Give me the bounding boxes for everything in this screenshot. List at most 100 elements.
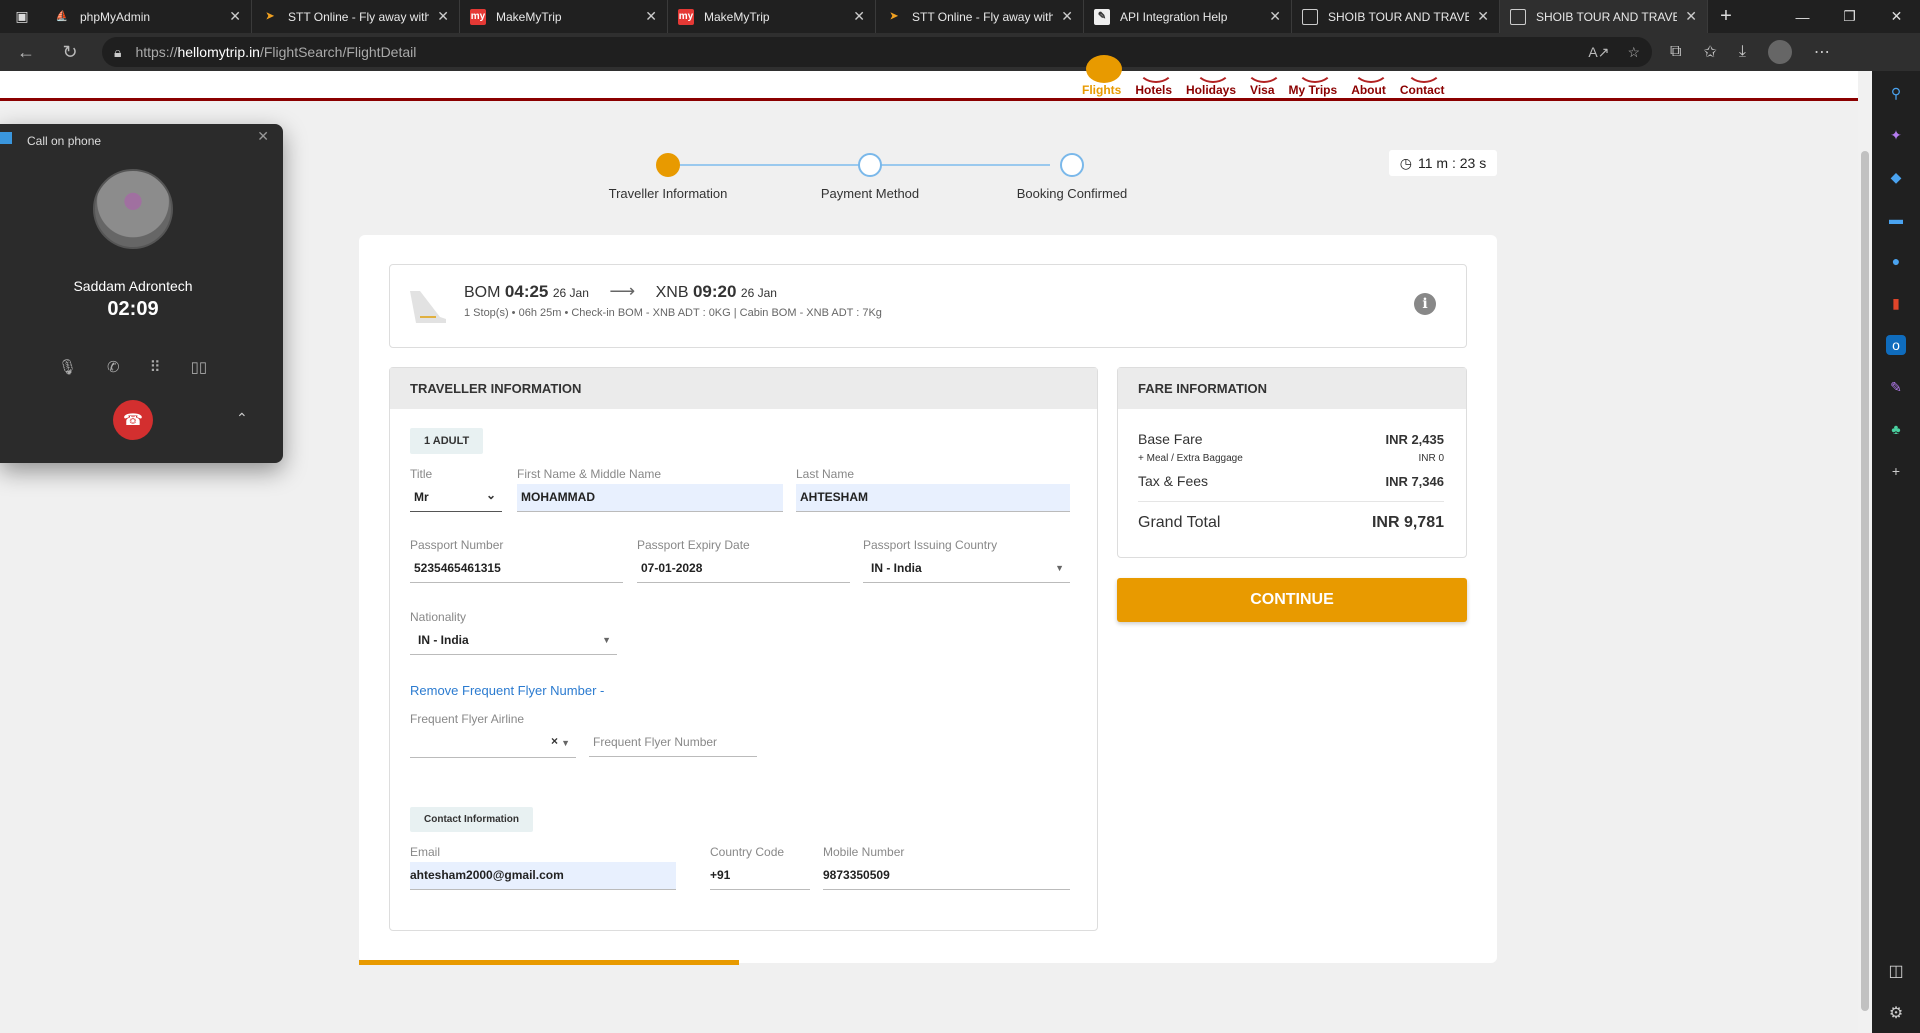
first-name-label: First Name & Middle Name <box>517 467 662 481</box>
more-menu-icon[interactable]: ⋯ <box>1814 42 1830 62</box>
departure-time: 04:25 <box>504 282 549 301</box>
designer-icon[interactable]: ✎ <box>1886 377 1906 397</box>
info-icon[interactable]: i <box>1414 293 1436 315</box>
base-fare-label: Base Fare <box>1138 431 1203 447</box>
passport-country-label: Passport Issuing Country <box>863 538 998 552</box>
close-tab-icon[interactable]: ✕ <box>1477 8 1489 25</box>
keypad-icon[interactable]: ⠿ <box>150 358 161 376</box>
lock-icon[interactable]: 🔒︎ <box>114 44 121 61</box>
call-header: Call on phone <box>27 134 102 148</box>
new-tab-button[interactable]: + <box>1708 0 1744 33</box>
step-label-payment: Payment Method <box>820 186 920 201</box>
close-tab-icon[interactable]: ✕ <box>645 8 657 25</box>
passport-expiry-field[interactable]: Passport Expiry Date 07-01-2028 <box>637 538 850 583</box>
transfer-call-icon[interactable]: ✆ <box>107 358 120 376</box>
nav-item-about[interactable]: About <box>1351 71 1389 97</box>
frequent-flyer-airline-select[interactable]: Frequent Flyer Airline × ▼ <box>410 712 576 758</box>
people-icon[interactable]: ● <box>1886 251 1906 271</box>
step-dot-confirmed <box>1060 153 1084 177</box>
page-scrollbar[interactable] <box>1858 71 1872 1033</box>
downloads-icon[interactable]: ⤓ <box>1739 43 1746 61</box>
makemytrip-icon: my <box>678 8 694 25</box>
title-select[interactable]: Title Mr ⌄ <box>410 467 502 512</box>
close-icon[interactable]: ✕ <box>257 128 269 145</box>
nationality-label: Nationality <box>410 610 467 624</box>
add-favorite-icon[interactable]: ☆ <box>1627 44 1640 61</box>
restore-icon[interactable]: ❐ <box>1826 0 1873 33</box>
close-tab-icon[interactable]: ✕ <box>1269 8 1281 25</box>
nav-item-contact[interactable]: Contact <box>1400 71 1445 97</box>
browser-tab[interactable]: my MakeMyTrip ✕ <box>668 0 876 33</box>
destination-code: XNB <box>655 284 689 301</box>
session-timer: ◷ 11 m : 23 s <box>1389 150 1497 176</box>
browser-tab[interactable]: ⛵ phpMyAdmin ✕ <box>44 0 252 33</box>
minimize-icon[interactable]: — <box>1779 0 1826 33</box>
extensions-icon[interactable]: ⧉ <box>1670 43 1681 61</box>
scrollbar-thumb[interactable] <box>1861 151 1869 1011</box>
phone-call-popup: Call on phone ✕ Saddam Adrontech 02:09 🎙… <box>0 124 283 463</box>
document-pen-icon: ✎ <box>1094 8 1110 25</box>
chevron-down-icon: ⌄ <box>485 488 496 502</box>
step-label-confirmed: Booking Confirmed <box>1016 186 1128 201</box>
tree-icon[interactable]: ♣ <box>1886 419 1906 439</box>
frequent-flyer-number-field[interactable]: Frequent Flyer Number <box>589 729 757 757</box>
close-tab-icon[interactable]: ✕ <box>437 8 449 25</box>
last-name-field[interactable]: Last Name AHTESHAM <box>796 467 1070 512</box>
close-tab-icon[interactable]: ✕ <box>1685 8 1697 25</box>
tab-title: phpMyAdmin <box>80 9 151 24</box>
settings-icon[interactable]: ⚙ <box>1889 1003 1903 1023</box>
tab-actions-icon[interactable]: ▣ <box>0 0 44 33</box>
add-icon[interactable]: + <box>1886 461 1906 481</box>
browser-tab[interactable]: my MakeMyTrip ✕ <box>460 0 668 33</box>
country-code-field[interactable]: Country Code +91 <box>710 845 810 890</box>
phone-hangup-icon: ☎ <box>123 412 143 429</box>
pause-icon[interactable]: ▯▯ <box>191 358 208 376</box>
office-icon[interactable]: ▮ <box>1886 293 1906 313</box>
browser-tab[interactable]: ➤ STT Online - Fly away with ✕ <box>876 0 1084 33</box>
email-field[interactable]: Email ahtesham2000@gmail.com <box>410 845 676 890</box>
passport-country-select[interactable]: Passport Issuing Country IN - India ▼ <box>863 538 1070 583</box>
airline-logo-icon <box>410 291 446 323</box>
mute-icon[interactable]: 🎙︎ <box>58 358 77 376</box>
close-tab-icon[interactable]: ✕ <box>229 8 241 25</box>
close-tab-icon[interactable]: ✕ <box>853 8 865 25</box>
chevron-up-icon[interactable]: ⌃ <box>236 410 248 427</box>
nav-item-flights[interactable]: Flights <box>1082 55 1122 97</box>
browser-tab-active[interactable]: SHOIB TOUR AND TRAVEL ✕ <box>1500 0 1708 33</box>
read-aloud-icon[interactable]: A↗ <box>1588 44 1609 61</box>
browser-tab[interactable]: ✎ API Integration Help ✕ <box>1084 0 1292 33</box>
copilot-icon[interactable]: ✦ <box>1886 125 1906 145</box>
search-icon[interactable]: ⚲ <box>1886 83 1906 103</box>
favorites-icon[interactable]: ✩ <box>1703 42 1716 62</box>
nav-item-holidays[interactable]: Holidays <box>1186 71 1236 97</box>
refresh-icon[interactable]: ↻ <box>52 34 88 70</box>
dropdown-arrow-icon: ▼ <box>561 738 570 748</box>
tools-icon[interactable]: ▬ <box>1886 209 1906 229</box>
nav-item-my-trips[interactable]: My Trips <box>1289 71 1337 97</box>
profile-avatar[interactable] <box>1767 40 1792 64</box>
split-screen-icon[interactable]: ◫ <box>1888 961 1903 981</box>
back-icon[interactable]: ← <box>8 34 44 70</box>
continue-button[interactable]: CONTINUE <box>1117 578 1467 622</box>
dropdown-arrow-icon: ▼ <box>1055 563 1064 573</box>
first-name-field[interactable]: First Name & Middle Name MOHAMMAD <box>517 467 783 512</box>
shopping-tag-icon[interactable]: ◆ <box>1886 167 1906 187</box>
fare-divider <box>1138 501 1444 502</box>
nationality-select[interactable]: Nationality IN - India ▼ <box>410 610 617 655</box>
mobile-number-field[interactable]: Mobile Number 9873350509 <box>823 845 1070 890</box>
arrival-time: 09:20 <box>692 282 737 301</box>
close-tab-icon[interactable]: ✕ <box>1061 8 1073 25</box>
browser-tab[interactable]: SHOIB TOUR AND TRAVEL ✕ <box>1292 0 1500 33</box>
clear-icon[interactable]: × <box>551 734 558 748</box>
nav-item-hotels[interactable]: Hotels <box>1135 71 1174 97</box>
passport-number-field[interactable]: Passport Number 5235465461315 <box>410 538 623 583</box>
base-fare-value: INR 2,435 <box>1385 432 1444 447</box>
browser-tab[interactable]: ➤ STT Online - Fly away with ✕ <box>252 0 460 33</box>
makemytrip-icon: my <box>470 8 486 25</box>
nav-item-visa[interactable]: Visa <box>1246 71 1283 97</box>
remove-frequent-flyer-link[interactable]: Remove Frequent Flyer Number - <box>410 683 604 698</box>
avatar <box>93 169 173 249</box>
close-window-icon[interactable]: ✕ <box>1873 0 1920 33</box>
hang-up-button[interactable]: ☎ <box>113 400 153 440</box>
outlook-icon[interactable]: o <box>1886 335 1906 355</box>
